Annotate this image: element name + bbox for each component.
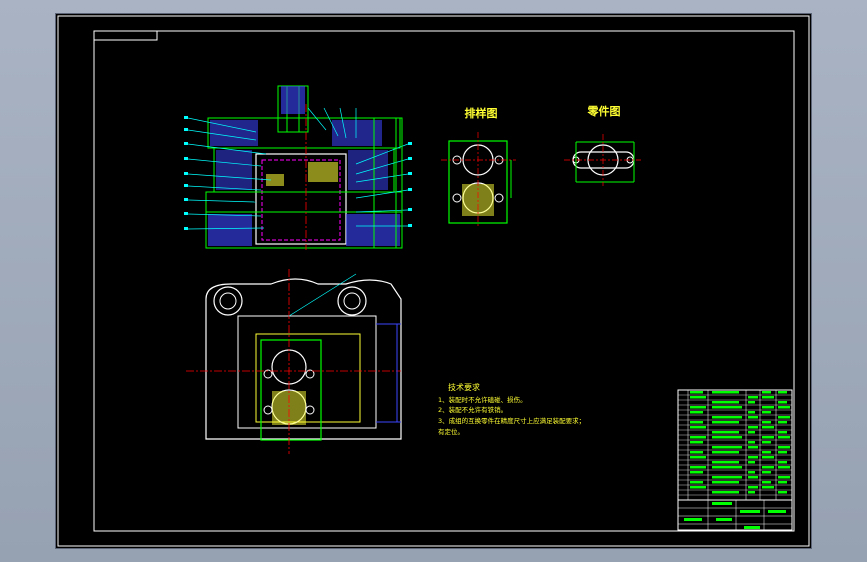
parts-cell-text-mark [762,426,774,429]
parts-cell-text-mark [712,491,739,494]
parts-cell-text-mark [748,401,755,404]
parts-cell-text-mark [762,466,774,469]
parts-cell-text-mark [762,411,771,414]
parts-cell-text-mark [712,476,742,479]
parts-cell-text-mark [690,481,703,484]
parts-cell-text-mark [762,486,774,489]
inner-frame [93,30,795,532]
parts-cell-text-mark [778,391,787,394]
parts-cell-text-mark [778,481,787,484]
parts-cell-text-mark [712,451,739,454]
parts-cell-text-mark [778,401,787,404]
parts-cell-text-mark [762,441,771,444]
title-block [677,499,793,531]
parts-cell-text-mark [690,406,706,409]
parts-cell-text-mark [712,406,742,409]
parts-list-table [677,389,793,501]
parts-cell-text-mark [778,436,790,439]
parts-cell-text-mark [778,446,790,449]
blank-layout-view[interactable]: 排样图 [441,106,516,226]
front-section-view[interactable] [184,85,412,250]
tech-req-line-2: 2、装配不允许有铁销。 [438,405,507,414]
parts-cell-text-mark [748,491,755,494]
blank-layout-title: 排样图 [465,106,498,120]
parts-cell-text-mark [748,461,755,464]
parts-cell-text-mark [690,426,706,429]
parts-cell-text-mark [762,451,771,454]
parts-cell-text-mark [690,471,703,474]
parts-cell-text-mark [712,401,739,404]
parts-cell-text-mark [712,466,742,469]
drawing-viewport[interactable]: 排样图 零件图 技术要求 1、装配时不允许磕碰、损伤。 2、装配不允许有铁销。 … [56,14,811,548]
guide-pillar-hole-right [337,286,367,316]
parts-cell-text-mark [712,416,742,419]
parts-cell-text-mark [690,411,703,414]
parts-cell-text-mark [762,471,771,474]
parts-cell-text-mark [778,431,787,434]
parts-cell-text-mark [762,406,774,409]
technical-requirements: 技术要求 1、装配时不允许磕碰、损伤。 2、装配不允许有铁销。 3、成组的互换零… [438,382,585,436]
parts-cell-text-mark [690,466,706,469]
part-view[interactable]: 零件图 [564,104,641,186]
parts-cell-text-mark [712,391,739,394]
parts-cell-text-mark [690,436,706,439]
guide-pillar-hole-left [213,286,243,316]
tech-req-line-4: 有定位。 [438,427,464,436]
parts-cell-text-mark [778,466,790,469]
parts-cell-text-mark [712,461,739,464]
parts-cell-text-mark [690,486,706,489]
parts-cell-text-mark [748,441,755,444]
parts-cell-text-mark [748,486,758,489]
die-plate [205,191,403,213]
parts-cell-text-mark [778,451,787,454]
parts-cell-text-mark [778,421,787,424]
parts-cell-text-mark [748,426,758,429]
corner-code-box [93,30,158,41]
parts-cell-text-mark [690,396,706,399]
part-title: 零件图 [587,104,621,118]
parts-cell-text-mark [778,461,787,464]
parts-cell-text-mark [778,491,787,494]
tech-req-line-3: 3、成组的互换零件在精度尺寸上应满足装配要求； [438,416,585,425]
tech-req-line-1: 1、装配时不允许磕碰、损伤。 [438,395,527,404]
parts-cell-text-mark [778,416,790,419]
parts-cell-text-mark [690,421,703,424]
plan-view[interactable] [186,269,402,454]
parts-cell-text-mark [712,481,739,484]
parts-cell-text-mark [748,416,758,419]
parts-cell-text-mark [690,391,703,394]
parts-cell-text-mark [712,436,742,439]
parts-cell-text-mark [762,391,771,394]
parts-cell-text-mark [748,471,755,474]
parts-cell-text-mark [690,441,703,444]
parts-cell-text-mark [778,476,790,479]
parts-cell-text-mark [762,481,771,484]
parts-cell-text-mark [712,446,742,449]
parts-cell-text-mark [690,451,703,454]
parts-cell-text-mark [762,436,774,439]
parts-cell-text-mark [762,456,774,459]
parts-cell-text-mark [712,431,739,434]
parts-cell-text-mark [748,476,758,479]
tech-req-title: 技术要求 [448,382,480,392]
parts-cell-text-mark [690,456,706,459]
parts-cell-text-mark [762,396,774,399]
parts-cell-text-mark [748,456,758,459]
parts-cell-text-mark [748,446,758,449]
parts-cell-text-mark [748,396,758,399]
cad-drawing-sheet: 排样图 零件图 技术要求 1、装配时不允许磕碰、损伤。 2、装配不允许有铁销。 … [57,15,810,547]
parts-cell-text-mark [748,411,755,414]
parts-cell-text-mark [778,406,790,409]
parts-cell-text-mark [712,421,739,424]
parts-cell-text-mark [748,431,755,434]
parts-cell-text-mark [762,421,771,424]
